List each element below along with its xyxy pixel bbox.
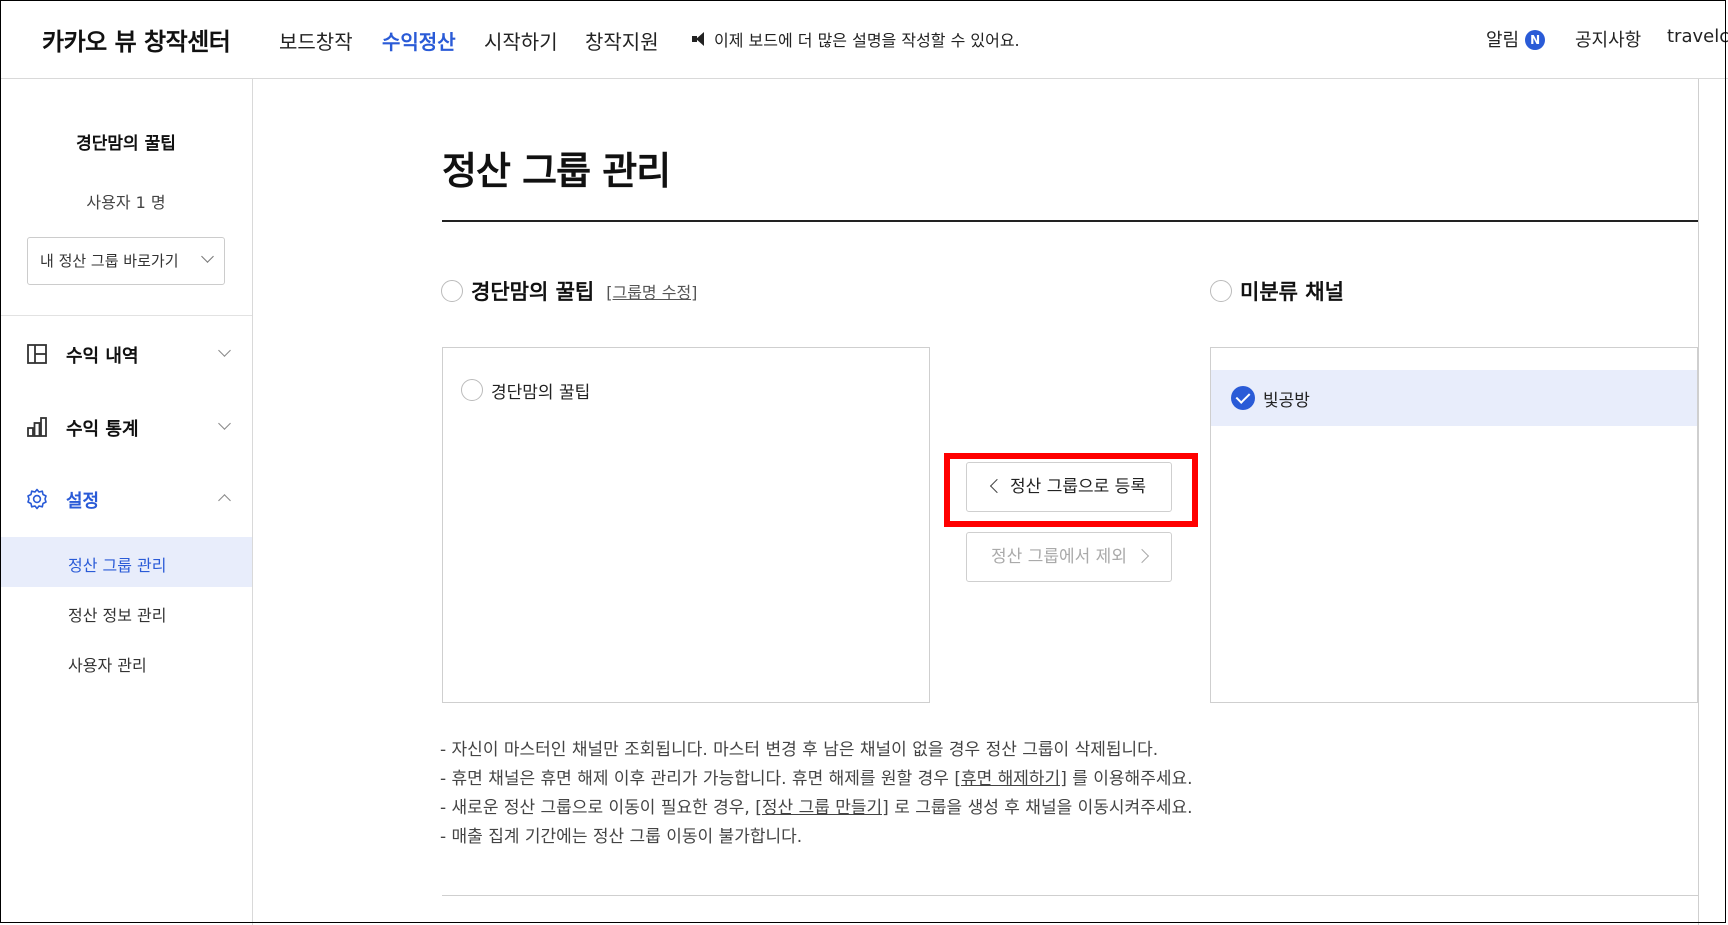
speaker-icon: [692, 31, 708, 47]
bar-chart-icon: [27, 417, 47, 437]
group-shortcut-select[interactable]: 내 정산 그룹 바로가기: [27, 237, 225, 285]
left-group-select-all-radio[interactable]: [441, 280, 463, 302]
channel-radio[interactable]: [461, 379, 483, 401]
nav-revenue-settlement[interactable]: 수익정산: [382, 26, 456, 55]
check-circle-icon[interactable]: [1231, 386, 1255, 410]
notice-text: 이제 보드에 더 많은 설명을 작성할 수 있어요.: [714, 31, 1020, 50]
note-text: - 휴면 채널은 휴면 해제 이후 관리가 가능합니다. 휴면 해제를 원할 경…: [440, 769, 955, 789]
edit-group-name-link[interactable]: [그룹명 수정]: [606, 279, 697, 303]
sidebar-item-label: 설정: [66, 491, 100, 512]
content-right-border: [1698, 79, 1699, 925]
notice-banner[interactable]: 이제 보드에 더 많은 설명을 작성할 수 있어요.: [692, 27, 1020, 51]
sidebar-item-label: 수익 통계: [66, 419, 139, 440]
alarm-button[interactable]: 알림 N: [1486, 26, 1546, 52]
gear-icon: [27, 488, 47, 510]
chevron-down-icon: [201, 250, 214, 263]
left-group-name: 경단맘의 꿀팁: [471, 280, 595, 304]
sidebar-item-revenue-history[interactable]: 수익 내역: [0, 334, 252, 374]
top-navigation-bar: 카카오 뷰 창작센터 보드창작 수익정산 시작하기 창작지원 이제 보드에 더 …: [0, 0, 1728, 79]
nav-creator-support[interactable]: 창작지원: [585, 26, 659, 55]
sidebar-divider: [0, 315, 252, 316]
note-line: - 휴면 채널은 휴면 해제 이후 관리가 가능합니다. 휴면 해제를 원할 경…: [440, 765, 1193, 794]
sidebar-user-count: 사용자 1 명: [86, 193, 166, 212]
channel-row[interactable]: 빛공방: [1211, 370, 1697, 426]
alarm-label: 알림: [1486, 30, 1520, 51]
sidebar: 경단맘의 꿀팁 사용자 1 명 내 정산 그룹 바로가기 수익 내역 수익 통계…: [0, 79, 253, 925]
create-group-link[interactable]: [정산 그룹 만들기]: [755, 798, 889, 818]
sidebar-group-title: 경단맘의 꿀팁: [76, 134, 176, 154]
bottom-divider: [442, 895, 1698, 896]
chevron-left-icon: [989, 478, 1005, 494]
channel-name: 빛공방: [1263, 390, 1310, 411]
right-channel-list: 빛공방: [1210, 347, 1698, 703]
sidebar-item-label: 수익 내역: [66, 346, 139, 367]
group-shortcut-value: 내 정산 그룹 바로가기: [40, 252, 179, 270]
remove-from-group-button[interactable]: 정산 그룹에서 제외: [966, 532, 1172, 582]
note-line: - 매출 집계 기간에는 정산 그룹 이동이 불가합니다.: [440, 827, 803, 847]
register-to-group-button[interactable]: 정산 그룹으로 등록: [966, 462, 1172, 512]
remove-button-label: 정산 그룹에서 제외: [991, 547, 1127, 567]
nav-getting-started[interactable]: 시작하기: [484, 26, 558, 55]
layout-icon: [27, 344, 47, 364]
sidebar-subitem-user-management[interactable]: 사용자 관리: [0, 637, 252, 687]
chevron-down-icon: [218, 417, 231, 430]
title-divider: [442, 220, 1698, 222]
note-line: - 자신이 마스터인 채널만 조회됩니다. 마스터 변경 후 남은 채널이 없을…: [440, 740, 1159, 760]
register-button-label: 정산 그룹으로 등록: [1010, 477, 1146, 497]
sidebar-subitem-label: 정산 그룹 관리: [68, 556, 167, 575]
channel-row[interactable]: 경단맘의 꿀팁: [461, 370, 590, 410]
right-group-select-all-radio[interactable]: [1210, 280, 1232, 302]
new-badge: N: [1525, 30, 1546, 50]
release-dormant-link[interactable]: [휴면 해제하기]: [954, 769, 1067, 789]
sidebar-subitem-label: 사용자 관리: [68, 656, 147, 675]
left-channel-list: 경단맘의 꿀팁: [442, 347, 930, 703]
sidebar-item-revenue-stats[interactable]: 수익 통계: [0, 407, 252, 447]
channel-name: 경단맘의 꿀팁: [491, 382, 591, 403]
right-group-name: 미분류 채널: [1240, 280, 1344, 304]
note-text: 를 이용해주세요.: [1066, 769, 1193, 789]
note-line: - 새로운 정산 그룹으로 이동이 필요한 경우, [정산 그룹 만들기] 로 …: [440, 794, 1193, 823]
page-title: 정산 그룹 관리: [442, 149, 671, 193]
sidebar-subitem-group-management[interactable]: 정산 그룹 관리: [0, 537, 252, 587]
nav-board-create[interactable]: 보드창작: [279, 26, 353, 55]
announcement-link[interactable]: 공지사항: [1575, 26, 1641, 52]
chevron-down-icon: [218, 344, 231, 357]
chevron-up-icon: [218, 494, 231, 507]
note-text: - 새로운 정산 그룹으로 이동이 필요한 경우,: [440, 798, 756, 818]
chevron-right-icon: [1134, 548, 1150, 564]
sidebar-subitem-label: 정산 정보 관리: [68, 606, 167, 625]
right-group-header[interactable]: 미분류 채널: [1210, 276, 1344, 306]
help-notes: - 자신이 마스터인 채널만 조회됩니다. 마스터 변경 후 남은 채널이 없을…: [440, 736, 1193, 852]
user-menu[interactable]: travelca: [1667, 26, 1728, 47]
note-text: 로 그룹을 생성 후 채널을 이동시켜주세요.: [888, 798, 1193, 818]
left-group-header[interactable]: 경단맘의 꿀팁 [그룹명 수정]: [441, 276, 697, 306]
sidebar-subitem-settlement-info[interactable]: 정산 정보 관리: [0, 587, 252, 637]
sidebar-item-settings[interactable]: 설정: [0, 479, 252, 519]
brand-logo[interactable]: 카카오 뷰 창작센터: [42, 22, 231, 57]
